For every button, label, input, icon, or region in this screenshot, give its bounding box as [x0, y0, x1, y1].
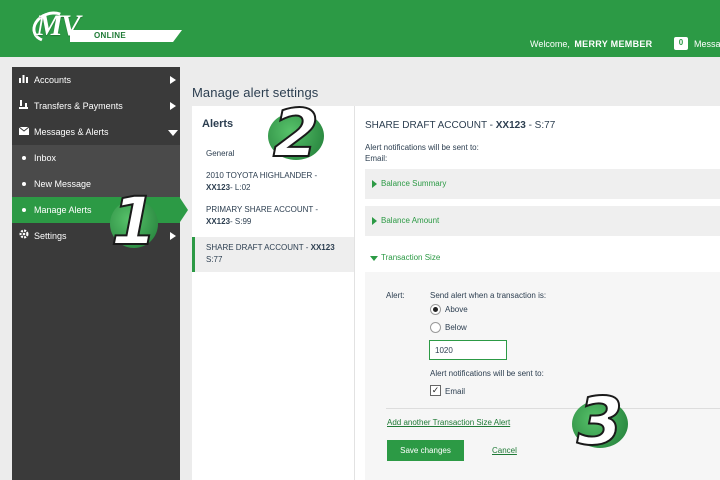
alert-field-label: Alert: — [386, 291, 405, 300]
messages-link[interactable]: Messa — [694, 39, 720, 49]
chevron-right-icon — [170, 232, 176, 240]
section-transaction-size[interactable]: Transaction Size — [365, 243, 720, 273]
email-checkbox[interactable]: ✓ — [430, 385, 441, 396]
add-transaction-size-alert-link[interactable]: Add another Transaction Size Alert — [387, 418, 510, 427]
sidebar-item-label: Messages & Alerts — [34, 127, 109, 137]
email-checkbox-label: Email — [445, 387, 466, 396]
bullet-icon — [22, 208, 26, 212]
submenu-item-label: Manage Alerts — [34, 205, 92, 215]
user-name: MERRY MEMBER — [574, 39, 653, 49]
alert-item-label: PRIMARY SHARE ACCOUNT - — [206, 205, 319, 214]
expand-arrow-icon — [372, 180, 377, 188]
sidebar-nav: Accounts Transfers & Payments Messages &… — [12, 67, 180, 480]
notification-target-text: Alert notifications will be sent to: — [365, 143, 479, 152]
sidebar-item-label: Accounts — [34, 75, 72, 85]
alert-item-suffix: - L:02 — [230, 183, 251, 192]
welcome-label: Welcome, — [530, 39, 570, 49]
alert-item-label: SHARE DRAFT ACCOUNT - — [206, 243, 309, 252]
section-balance-amount[interactable]: Balance Amount — [365, 206, 720, 236]
active-item-pointer — [180, 198, 188, 222]
radio-above[interactable] — [430, 304, 441, 315]
amount-input[interactable] — [429, 340, 507, 360]
envelope-icon — [18, 119, 31, 145]
alert-item-share-draft[interactable]: SHARE DRAFT ACCOUNT - XX123 S:77 — [192, 237, 354, 272]
section-balance-summary[interactable]: Balance Summary — [365, 169, 720, 199]
alert-item-label: 2010 TOYOTA HIGHLANDER - — [206, 171, 318, 180]
bar-chart-icon — [19, 67, 31, 93]
alert-item-toyota[interactable]: 2010 TOYOTA HIGHLANDER - XX123- L:02 — [192, 170, 354, 194]
notification-email-label: Email: — [365, 154, 388, 163]
alert-item-suffix: S:77 — [206, 255, 223, 264]
transfer-icon — [19, 93, 31, 119]
radio-below[interactable] — [430, 322, 441, 333]
account-suffix: - S:77 — [528, 120, 556, 131]
step-3-marker: 3 — [576, 383, 624, 460]
welcome-message: Welcome, MERRY MEMBER — [530, 39, 652, 49]
radio-below-label: Below — [445, 323, 467, 332]
section-label: Transaction Size — [381, 253, 441, 262]
messages-count-badge[interactable]: 0 — [674, 37, 688, 50]
sidebar-item-accounts[interactable]: Accounts — [12, 67, 180, 93]
bullet-icon — [22, 182, 26, 186]
alert-item-label: General — [206, 149, 235, 158]
account-number: XX123 — [495, 120, 526, 131]
alert-item-primary-share[interactable]: PRIMARY SHARE ACCOUNT - XX123- S:99 — [192, 204, 354, 228]
bullet-icon — [22, 156, 26, 160]
sidebar-item-transfers[interactable]: Transfers & Payments — [12, 93, 180, 119]
mv-online-logo[interactable]: MV ONLINE — [28, 6, 182, 48]
chevron-right-icon — [170, 102, 176, 110]
top-header: MV ONLINE Welcome, MERRY MEMBER 0 Messa — [0, 0, 720, 57]
section-label: Balance Summary — [381, 179, 447, 188]
submenu-item-label: Inbox — [34, 153, 57, 163]
account-name: SHARE DRAFT ACCOUNT - — [365, 120, 493, 131]
alert-item-account: XX123 — [310, 243, 335, 252]
section-label: Balance Amount — [381, 216, 440, 225]
alert-item-account: XX123 — [206, 217, 231, 226]
sidebar-item-messages-alerts[interactable]: Messages & Alerts — [12, 119, 180, 145]
gear-icon — [19, 223, 31, 249]
chevron-right-icon — [170, 76, 176, 84]
collapse-arrow-icon — [370, 256, 378, 261]
alert-item-account: XX123 — [206, 183, 231, 192]
form-divider — [386, 408, 720, 409]
step-2-marker: 2 — [272, 95, 320, 172]
alert-item-suffix: - S:99 — [230, 217, 252, 226]
alert-notify-text: Alert notifications will be sent to: — [430, 369, 544, 378]
logo-online-text: ONLINE — [70, 30, 182, 42]
sidebar-item-label: Settings — [34, 231, 67, 241]
step-1-marker: 1 — [110, 183, 158, 260]
submenu-item-inbox[interactable]: Inbox — [12, 145, 180, 171]
submenu-item-label: New Message — [34, 179, 92, 189]
account-heading: SHARE DRAFT ACCOUNT - XX123 - S:77 — [365, 120, 555, 131]
alerts-heading: Alerts — [202, 118, 234, 130]
cancel-link[interactable]: Cancel — [492, 446, 517, 455]
send-when-label: Send alert when a transaction is: — [430, 291, 547, 300]
save-changes-button[interactable]: Save changes — [387, 440, 464, 461]
sidebar-item-label: Transfers & Payments — [34, 101, 123, 111]
expand-arrow-icon — [372, 217, 377, 225]
radio-above-label: Above — [445, 305, 468, 314]
chevron-down-icon — [168, 130, 178, 136]
